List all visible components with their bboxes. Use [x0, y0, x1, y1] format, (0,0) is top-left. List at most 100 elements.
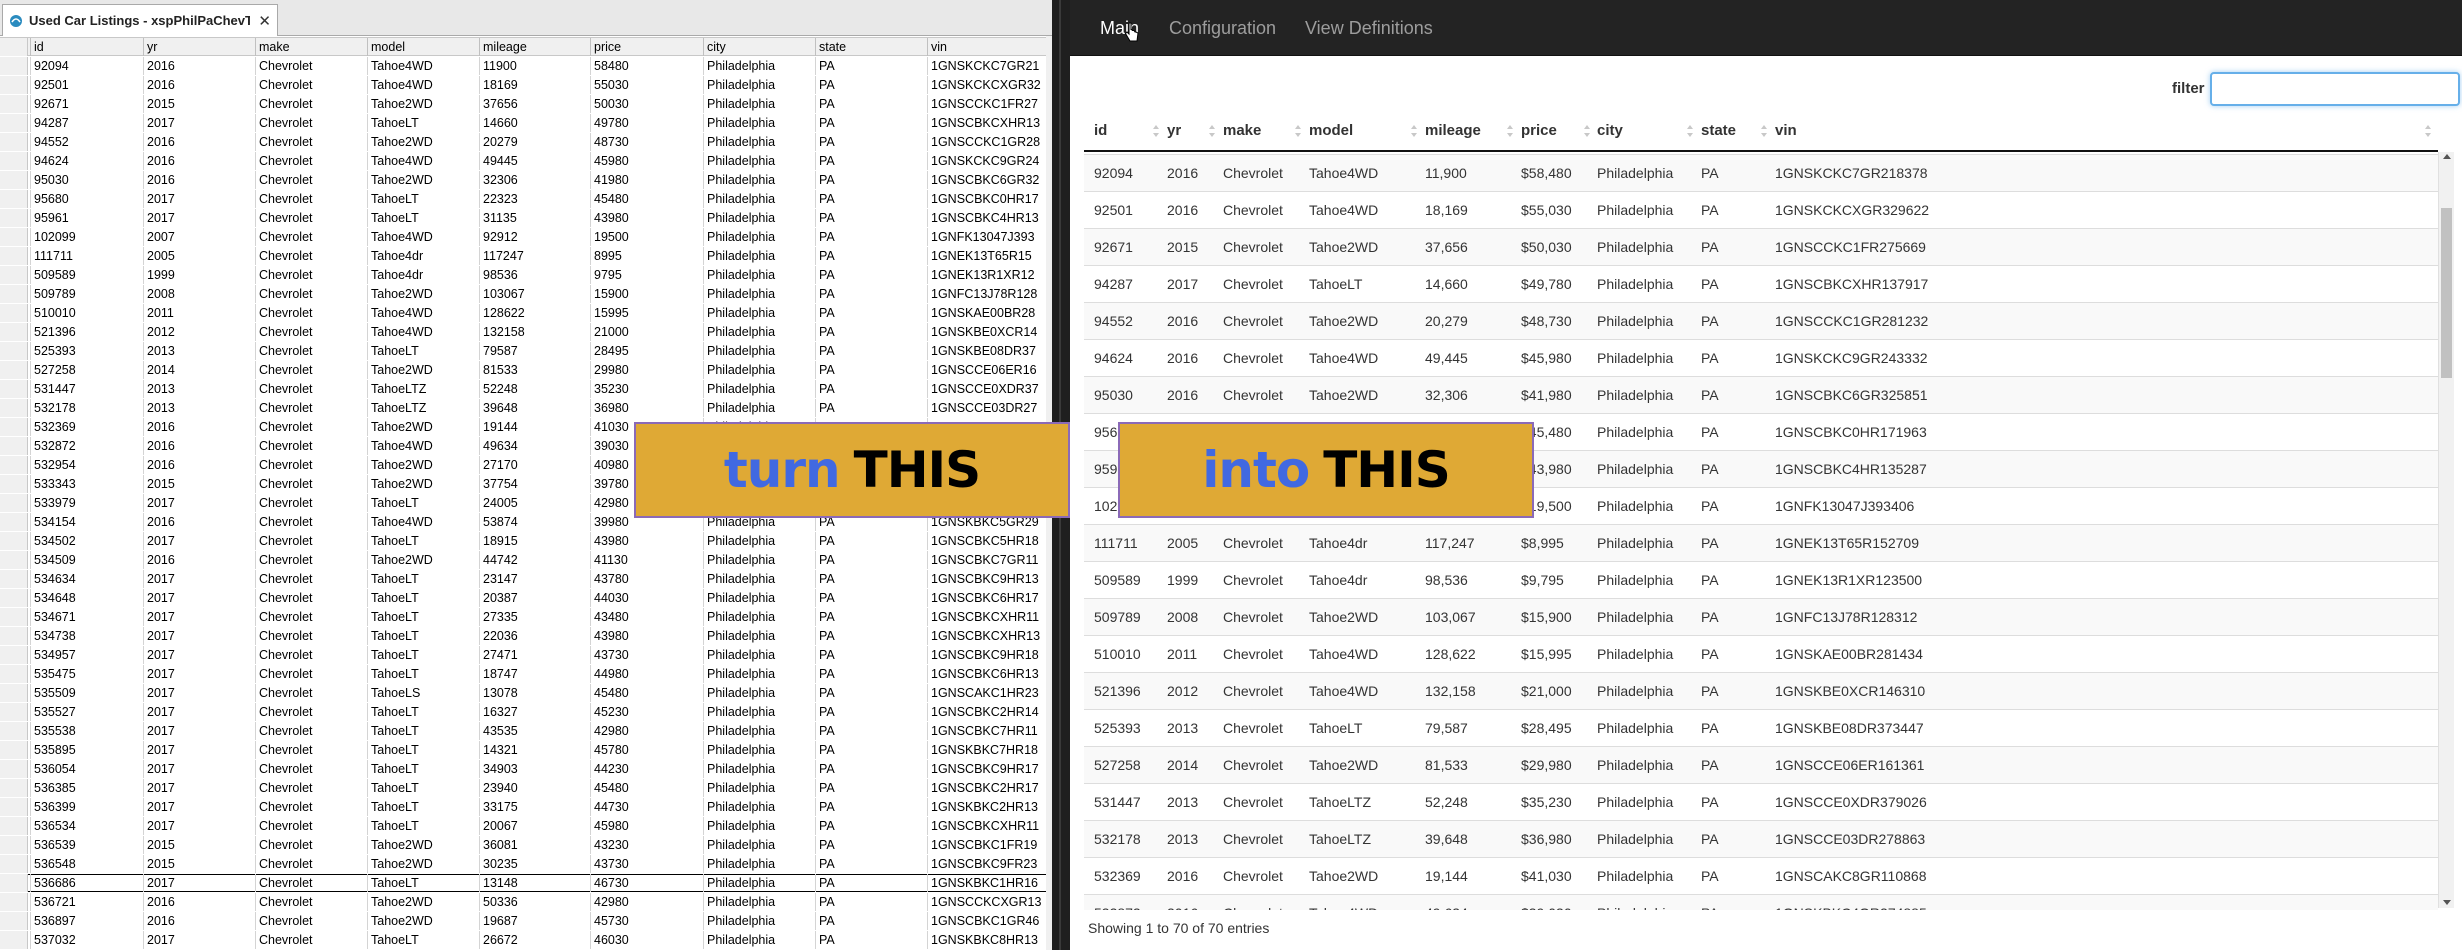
- row-gutter[interactable]: [0, 874, 28, 892]
- grid-row[interactable]: 535895 2017 Chevrolet TahoeLT 14321 45780 Phil…: [0, 741, 1052, 759]
- column-header-yr[interactable]: yr: [1167, 110, 1181, 152]
- grid-header-city[interactable]: city: [703, 38, 815, 56]
- column-header-make[interactable]: make: [1223, 110, 1261, 152]
- table-row[interactable]: 525393 2013 Chevrolet TahoeLT 79,587 $28,495 P…: [1084, 709, 2438, 746]
- grid-row[interactable]: 534957 2017 Chevrolet TahoeLT 27471 43730 Phil…: [0, 646, 1052, 664]
- grid-header-mileage[interactable]: mileage: [479, 38, 590, 56]
- row-gutter[interactable]: [0, 380, 28, 398]
- row-gutter[interactable]: [0, 57, 28, 75]
- row-gutter[interactable]: [0, 38, 28, 56]
- row-gutter[interactable]: [0, 133, 28, 151]
- row-gutter[interactable]: [0, 931, 28, 949]
- grid-header-id[interactable]: id: [30, 38, 143, 56]
- row-gutter[interactable]: [0, 361, 28, 379]
- grid-row[interactable]: 535538 2017 Chevrolet TahoeLT 43535 42980 Phil…: [0, 722, 1052, 740]
- grid-row[interactable]: 536721 2016 Chevrolet Tahoe2WD 50336 42980 Phi…: [0, 893, 1052, 911]
- grid-row[interactable]: 534502 2017 Chevrolet TahoeLT 18915 43980 Phil…: [0, 532, 1052, 550]
- row-gutter[interactable]: [0, 741, 28, 759]
- grid-row[interactable]: 532178 2013 Chevrolet TahoeLTZ 39648 36980 Phi…: [0, 399, 1052, 417]
- sort-icon[interactable]: [2424, 124, 2432, 138]
- table-row[interactable]: 94287 2017 Chevrolet TahoeLT 14,660 $49,780 Ph…: [1084, 265, 2438, 302]
- grid-row[interactable]: 92501 2016 Chevrolet Tahoe4WD 18169 55030 Phil…: [0, 76, 1052, 94]
- grid-row[interactable]: 111711 2005 Chevrolet Tahoe4dr 117247 8995 Phi…: [0, 247, 1052, 265]
- scrollbar-thumb[interactable]: [2441, 208, 2452, 378]
- column-header-mileage[interactable]: mileage: [1425, 110, 1481, 152]
- sort-icon[interactable]: [1294, 124, 1302, 138]
- row-gutter[interactable]: [0, 494, 28, 512]
- row-gutter[interactable]: [0, 285, 28, 303]
- grid-row[interactable]: 534738 2017 Chevrolet TahoeLT 22036 43980 Phil…: [0, 627, 1052, 645]
- sort-icon[interactable]: [1506, 124, 1514, 138]
- table-row[interactable]: 532178 2013 Chevrolet TahoeLTZ 39,648 $36,980…: [1084, 820, 2438, 857]
- row-gutter[interactable]: [0, 627, 28, 645]
- column-header-vin[interactable]: vin: [1775, 110, 1797, 152]
- table-row[interactable]: 521396 2012 Chevrolet Tahoe4WD 132,158 $21,00…: [1084, 672, 2438, 709]
- row-gutter[interactable]: [0, 703, 28, 721]
- sort-icon[interactable]: [1686, 124, 1694, 138]
- sort-icon[interactable]: [1208, 124, 1216, 138]
- table-row[interactable]: 92501 2016 Chevrolet Tahoe4WD 18,169 $55,030 P…: [1084, 191, 2438, 228]
- grid-row[interactable]: 531447 2013 Chevrolet TahoeLTZ 52248 35230 Phi…: [0, 380, 1052, 398]
- row-gutter[interactable]: [0, 418, 28, 436]
- grid-header-model[interactable]: model: [367, 38, 479, 56]
- row-gutter[interactable]: [0, 342, 28, 360]
- table-row[interactable]: 94624 2016 Chevrolet Tahoe4WD 49,445 $45,980 P…: [1084, 339, 2438, 376]
- table-row[interactable]: 92671 2015 Chevrolet Tahoe2WD 37,656 $50,030 P…: [1084, 228, 2438, 265]
- row-gutter[interactable]: [0, 190, 28, 208]
- sort-icon[interactable]: [1410, 124, 1418, 138]
- grid-header-state[interactable]: state: [815, 38, 927, 56]
- scroll-down-icon[interactable]: [2443, 900, 2451, 905]
- table-row[interactable]: 94552 2016 Chevrolet Tahoe2WD 20,279 $48,730 P…: [1084, 302, 2438, 339]
- close-tab-icon[interactable]: ✕: [258, 12, 271, 30]
- grid-header-vin[interactable]: vin: [927, 38, 1052, 56]
- row-gutter[interactable]: [0, 475, 28, 493]
- grid-row[interactable]: 94624 2016 Chevrolet Tahoe4WD 49445 45980 Phil…: [0, 152, 1052, 170]
- row-gutter[interactable]: [0, 665, 28, 683]
- grid-row[interactable]: 536548 2015 Chevrolet Tahoe2WD 30235 43730 Phi…: [0, 855, 1052, 873]
- row-gutter[interactable]: [0, 760, 28, 778]
- row-gutter[interactable]: [0, 817, 28, 835]
- row-gutter[interactable]: [0, 266, 28, 284]
- row-gutter[interactable]: [0, 114, 28, 132]
- grid-row[interactable]: 536385 2017 Chevrolet TahoeLT 23940 45480 Phil…: [0, 779, 1052, 797]
- row-gutter[interactable]: [0, 76, 28, 94]
- row-gutter[interactable]: [0, 551, 28, 569]
- grid-row[interactable]: 95680 2017 Chevrolet TahoeLT 22323 45480 Phila…: [0, 190, 1052, 208]
- grid-row[interactable]: 535527 2017 Chevrolet TahoeLT 16327 45230 Phil…: [0, 703, 1052, 721]
- row-gutter[interactable]: [0, 513, 28, 531]
- row-gutter[interactable]: [0, 836, 28, 854]
- grid-row[interactable]: 510010 2011 Chevrolet Tahoe4WD 128622 15995 Ph…: [0, 304, 1052, 322]
- column-header-state[interactable]: state: [1701, 110, 1736, 152]
- scroll-up-icon[interactable]: [2443, 154, 2451, 159]
- row-gutter[interactable]: [0, 855, 28, 873]
- sort-icon[interactable]: [1583, 124, 1591, 138]
- table-row[interactable]: 510010 2011 Chevrolet Tahoe4WD 128,622 $15,99…: [1084, 635, 2438, 672]
- nav-view-definitions[interactable]: View Definitions: [1305, 0, 1433, 56]
- grid-row[interactable]: 534671 2017 Chevrolet TahoeLT 27335 43480 Phil…: [0, 608, 1052, 626]
- grid-row[interactable]: 527258 2014 Chevrolet Tahoe2WD 81533 29980 Phi…: [0, 361, 1052, 379]
- row-gutter[interactable]: [0, 589, 28, 607]
- table-scrollbar[interactable]: [2438, 152, 2454, 908]
- table-row[interactable]: 92094 2016 Chevrolet Tahoe4WD 11,900 $58,480 P…: [1084, 154, 2438, 191]
- row-gutter[interactable]: [0, 722, 28, 740]
- row-gutter[interactable]: [0, 209, 28, 227]
- column-header-price[interactable]: price: [1521, 110, 1557, 152]
- grid-row[interactable]: 94287 2017 Chevrolet TahoeLT 14660 49780 Phila…: [0, 114, 1052, 132]
- grid-row[interactable]: 535509 2017 Chevrolet TahoeLS 13078 45480 Phil…: [0, 684, 1052, 702]
- filter-input[interactable]: [2210, 72, 2460, 106]
- grid-row[interactable]: 536534 2017 Chevrolet TahoeLT 20067 45980 Phil…: [0, 817, 1052, 835]
- sort-icon[interactable]: [1760, 124, 1768, 138]
- table-row[interactable]: 509789 2008 Chevrolet Tahoe2WD 103,067 $15,90…: [1084, 598, 2438, 635]
- row-gutter[interactable]: [0, 228, 28, 246]
- grid-row[interactable]: 534634 2017 Chevrolet TahoeLT 23147 43780 Phil…: [0, 570, 1052, 588]
- row-gutter[interactable]: [0, 779, 28, 797]
- column-header-model[interactable]: model: [1309, 110, 1353, 152]
- row-gutter[interactable]: [0, 798, 28, 816]
- row-gutter[interactable]: [0, 323, 28, 341]
- row-gutter[interactable]: [0, 532, 28, 550]
- row-gutter[interactable]: [0, 152, 28, 170]
- grid-row[interactable]: 536897 2016 Chevrolet Tahoe2WD 19687 45730 Phi…: [0, 912, 1052, 930]
- grid-row[interactable]: 95030 2016 Chevrolet Tahoe2WD 32306 41980 Phil…: [0, 171, 1052, 189]
- grid-row[interactable]: 521396 2012 Chevrolet Tahoe4WD 132158 21000 Ph…: [0, 323, 1052, 341]
- grid-header-price[interactable]: price: [590, 38, 703, 56]
